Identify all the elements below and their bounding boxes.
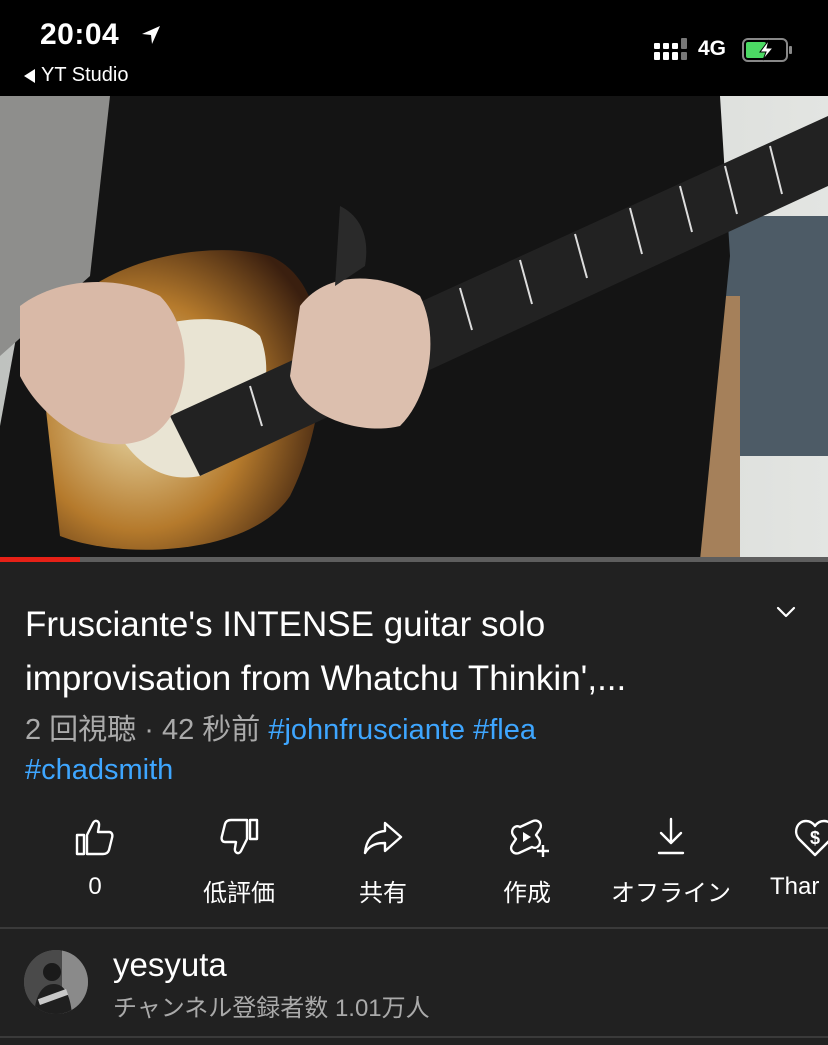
thumbs-down-icon [220, 818, 259, 855]
super-thanks-icon: $ [795, 819, 828, 857]
svg-text:$: $ [810, 828, 820, 848]
chevron-down-icon[interactable] [772, 598, 800, 626]
back-app-label: YT Studio [41, 64, 129, 86]
hashtag-link[interactable]: #flea [473, 714, 536, 746]
video-title-line-1: Frusciante's INTENSE guitar solo [25, 605, 546, 644]
download-icon [657, 817, 685, 855]
network-type: 4G [698, 37, 727, 60]
action-bar: 0 低評価 共有 作成 オフライン $ Thar [0, 815, 828, 915]
battery-charging-icon [742, 38, 792, 62]
create-button[interactable]: 作成 [455, 815, 599, 915]
clock: 20:04 [40, 18, 120, 51]
back-to-app-button[interactable]: YT Studio [24, 64, 128, 87]
views-and-time: 2 回視聴 · 42 秒前 [25, 714, 261, 746]
like-button[interactable]: 0 [23, 815, 167, 915]
channel-avatar-image [24, 950, 88, 1014]
channel-name[interactable]: yesyuta [113, 946, 227, 984]
share-label: 共有 [359, 880, 407, 907]
video-meta: 2 回視聴 · 42 秒前 #johnfrusciante #flea #cha… [25, 710, 805, 790]
thumbs-up-icon [75, 819, 114, 856]
section-divider [0, 1036, 828, 1038]
dislike-button[interactable]: 低評価 [167, 815, 311, 915]
signal-bars-icon [654, 38, 687, 60]
section-divider [0, 927, 828, 929]
status-bar: 20:04 YT Studio 4G [0, 0, 828, 96]
hashtag-link[interactable]: #chadsmith [25, 754, 173, 786]
like-count: 0 [88, 873, 102, 900]
create-label: 作成 [503, 880, 551, 907]
dislike-label: 低評価 [203, 880, 275, 907]
offline-label: オフライン [611, 880, 731, 907]
video-player[interactable] [0, 96, 828, 560]
back-triangle-icon [24, 68, 35, 83]
super-thanks-button[interactable]: $ Thar [743, 815, 828, 915]
super-thanks-label: Thar [770, 873, 820, 900]
playback-progress-bar[interactable] [0, 557, 828, 562]
subscriber-count: チャンネル登録者数 1.01万人 [113, 995, 430, 1022]
video-frame-image [0, 96, 828, 560]
share-button[interactable]: 共有 [311, 815, 455, 915]
video-title[interactable]: Frusciante's INTENSE guitar solo improvi… [25, 598, 745, 706]
hashtag-link[interactable]: #johnfrusciante [268, 714, 465, 746]
create-shorts-icon [509, 819, 549, 857]
video-title-line-2: improvisation from Whatchu Thinkin',... [25, 659, 627, 698]
share-arrow-icon [363, 821, 403, 855]
playback-progress-fill [0, 557, 81, 562]
avatar[interactable] [24, 950, 88, 1014]
offline-download-button[interactable]: オフライン [599, 815, 743, 915]
location-arrow-icon [142, 26, 160, 44]
